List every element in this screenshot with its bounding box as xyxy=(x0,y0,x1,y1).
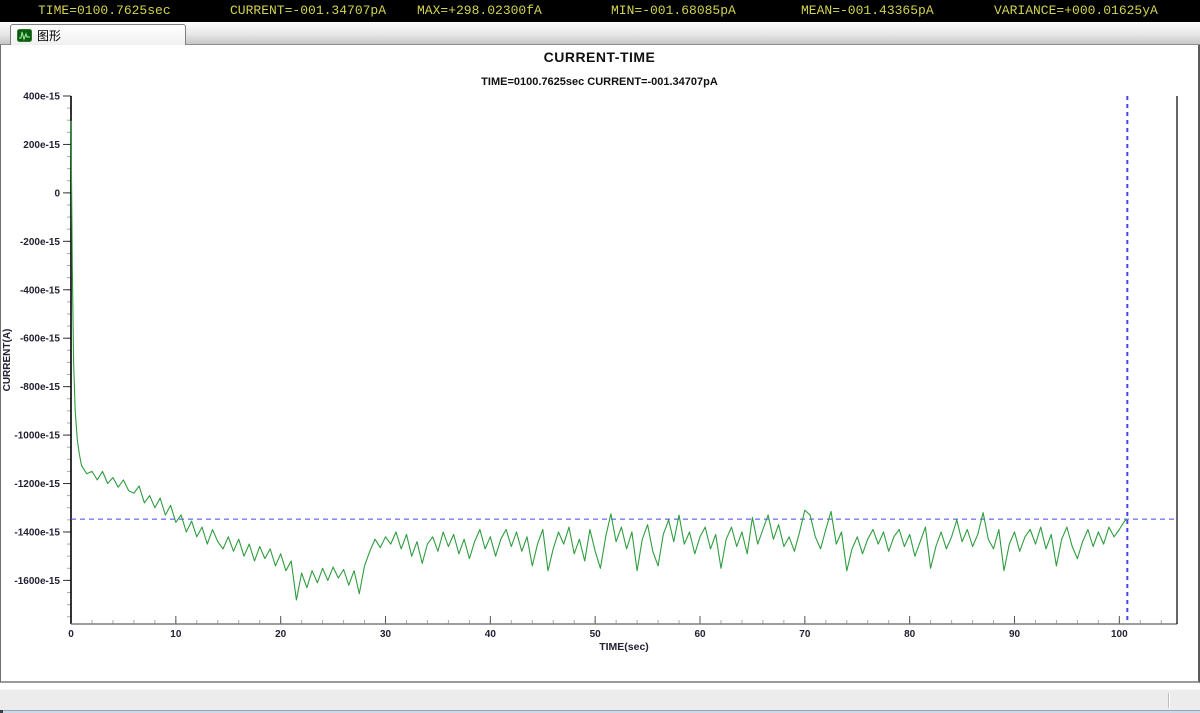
y-tick-label: -1200e-15 xyxy=(14,479,60,490)
tab-graph[interactable]: 图形 xyxy=(10,24,186,45)
chart-plot-area[interactable]: 0 10 20 30 40 50 60 70 80 90 100 400e-15 200e-15 0 -20… xyxy=(1,45,1198,682)
status-bar xyxy=(0,689,1200,710)
x-tick-label: 70 xyxy=(799,629,811,640)
y-tick-label: -600e-15 xyxy=(20,334,60,345)
x-tick-label: 80 xyxy=(904,629,916,640)
variance-readout: VARIANCE=+000.01625yA xyxy=(994,3,1158,18)
y-tick-label: -800e-15 xyxy=(20,382,60,393)
chart-panel: CURRENT-TIME TIME=0100.7625sec CURRENT=-… xyxy=(0,45,1200,683)
min-readout: MIN=-001.68085pA xyxy=(611,3,736,18)
x-tick-label: 60 xyxy=(694,629,706,640)
x-tick-label: 90 xyxy=(1009,629,1021,640)
current-time-curve xyxy=(71,121,1127,600)
x-tick-label: 40 xyxy=(485,629,497,640)
y-axis-title: CURRENT(A) xyxy=(2,329,13,392)
y-tick-label: -400e-15 xyxy=(20,285,60,296)
waveform-icon xyxy=(17,29,32,42)
mean-readout: MEAN=-001.43365pA xyxy=(801,3,934,18)
x-tick-label: 10 xyxy=(170,629,182,640)
y-tick-label: -1600e-15 xyxy=(14,576,60,587)
x-tick-label: 0 xyxy=(68,629,74,640)
y-tick-label: -1400e-15 xyxy=(14,527,60,538)
application-window: TIME=0100.7625sec CURRENT=-001.34707pA M… xyxy=(0,0,1200,713)
y-tick-label: -1000e-15 xyxy=(14,431,60,442)
time-readout: TIME=0100.7625sec xyxy=(38,3,171,18)
y-tick-label: 0 xyxy=(54,188,60,199)
status-bar-separator xyxy=(1168,693,1170,708)
x-tick-label: 100 xyxy=(1111,629,1128,640)
current-readout: CURRENT=-001.34707pA xyxy=(230,3,386,18)
x-tick-label: 50 xyxy=(590,629,602,640)
tab-graph-label: 图形 xyxy=(37,27,61,44)
y-tick-label: -200e-15 xyxy=(20,237,60,248)
max-readout: MAX=+298.02300fA xyxy=(417,3,542,18)
y-tick-label: 200e-15 xyxy=(23,140,60,151)
y-tick-label: 400e-15 xyxy=(23,92,60,103)
x-tick-label: 20 xyxy=(275,629,287,640)
x-axis-title: TIME(sec) xyxy=(599,641,649,653)
x-tick-label: 30 xyxy=(380,629,392,640)
measurement-status-bar: TIME=0100.7625sec CURRENT=-001.34707pA M… xyxy=(0,0,1200,22)
tab-strip: 图形 xyxy=(0,22,1200,45)
